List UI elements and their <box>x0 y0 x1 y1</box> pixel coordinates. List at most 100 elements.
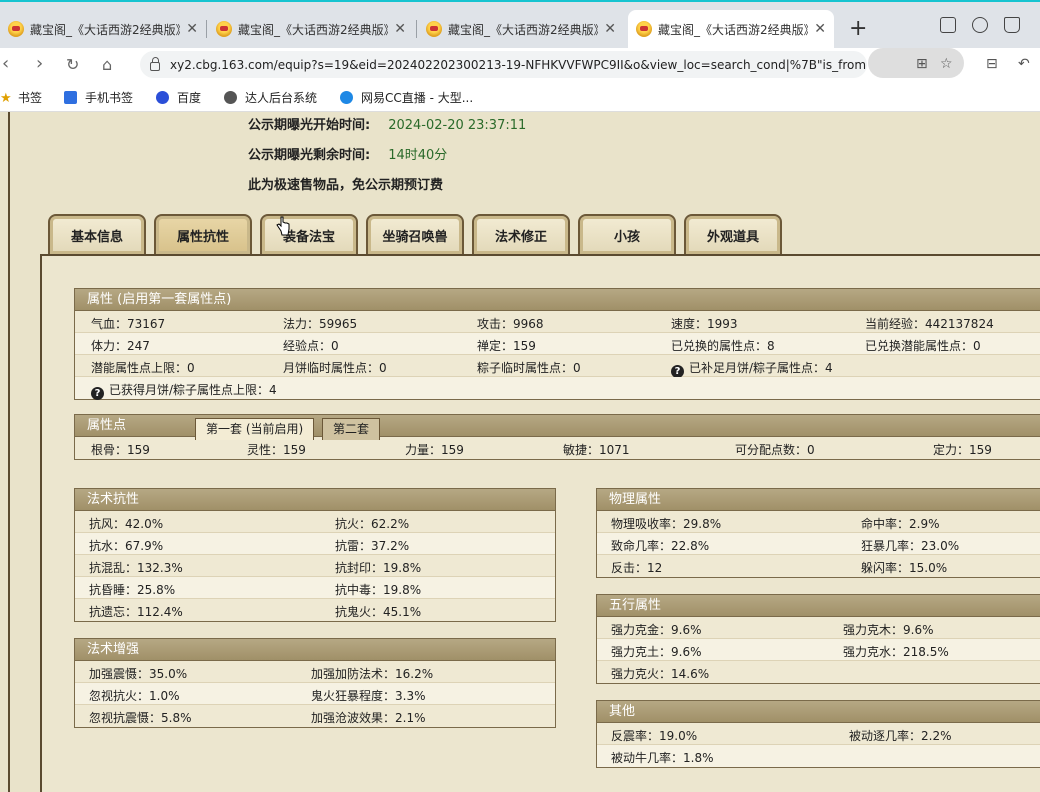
browser-tab[interactable]: 藏宝阁_《大话西游2经典版》 ✕ <box>418 10 624 48</box>
tab-spell-correction[interactable]: 法术修正 <box>472 214 570 254</box>
bookmark-label: 达人后台系统 <box>245 91 318 105</box>
baidu-icon <box>156 91 169 104</box>
attributes-header: 属性 (启用第一套属性点) <box>75 289 1040 311</box>
close-icon[interactable]: ✕ <box>186 21 198 37</box>
resist-value: 抗混乱：132.3% <box>89 561 183 575</box>
physical-value: 物理吸收率：29.8% <box>611 517 722 531</box>
tab-equipment[interactable]: 装备法宝 <box>260 214 358 254</box>
browser-tab[interactable]: 藏宝阁_《大话西游2经典版》 ✕ <box>0 10 206 48</box>
resist-value: 抗遗忘：112.4% <box>89 605 183 619</box>
resist-header: 法术抗性 <box>75 489 555 511</box>
address-toolbar: ‹ › ↻ ⌂ xy2.cbg.163.com/equip?s=19&eid=2… <box>0 48 1040 82</box>
incognito-icon[interactable] <box>972 17 988 33</box>
tab-mount-pet[interactable]: 坐骑召唤兽 <box>366 214 464 254</box>
expose-start-line: 公示期曝光开始时间: 2024-02-20 23:37:11 <box>248 114 526 133</box>
forward-icon[interactable]: › <box>36 53 43 74</box>
browser-tab-title: 藏宝阁_《大话西游2经典版》 <box>30 22 181 37</box>
resist-row: 抗混乱：132.3% 抗封印：19.8% <box>75 555 555 577</box>
point-agility: 敏捷：1071 <box>563 443 630 457</box>
tab-divider <box>206 20 207 38</box>
attr-cap-points: ? 已获得月饼/粽子属性点上限：4 <box>91 381 277 400</box>
expose-remain-line: 公示期曝光剩余时间: 14时40分 <box>248 144 447 163</box>
elements-box: 五行属性 强力克金：9.6% 强力克木：9.6% 强力克土：9.6% 强力克水：21… <box>596 594 1040 684</box>
resist-value: 抗风：42.0% <box>89 517 164 531</box>
new-tab-button[interactable]: + <box>849 16 867 41</box>
attr-exp: 当前经验：442137824 <box>865 317 994 331</box>
cbg-favicon-icon <box>8 21 24 37</box>
points-box: 属性点 第一套 (当前启用) 第二套 根骨：159 灵性：159 力量：159 … <box>74 414 1040 460</box>
element-value: 强力克土：9.6% <box>611 645 702 659</box>
enhance-value: 鬼火狂暴程度：3.3% <box>311 689 426 703</box>
bookmark-label: 书签 <box>18 91 43 105</box>
other-row: 反震率：19.0% 被动逐几率：2.2% <box>597 723 1040 745</box>
resist-row: 抗昏睡：25.8% 抗中毒：19.8% <box>75 577 555 599</box>
extensions-icon[interactable]: ⊟ <box>986 56 998 72</box>
close-icon[interactable]: ✕ <box>814 21 826 37</box>
elements-row: 强力克金：9.6% 强力克木：9.6% <box>597 617 1040 639</box>
enhance-row: 忽视抗火：1.0% 鬼火狂暴程度：3.3% <box>75 683 555 705</box>
attr-row: ? 已获得月饼/粽子属性点上限：4 <box>75 377 1040 400</box>
enhance-box: 法术增强 加强震慑：35.0% 加强加防法术：16.2% 忽视抗火：1.0% 鬼火狂… <box>74 638 556 728</box>
attr-exp-points: 经验点：0 <box>283 339 339 353</box>
resist-value: 抗鬼火：45.1% <box>335 605 422 619</box>
bookmark-item[interactable]: 达人后台系统 <box>224 89 317 106</box>
close-icon[interactable]: ✕ <box>394 21 406 37</box>
browser-tab[interactable]: 藏宝阁_《大话西游2经典版》 ✕ <box>208 10 414 48</box>
bookmark-item[interactable]: 手机书签 <box>64 89 133 106</box>
attr-cap-text: 已获得月饼/粽子属性点上限：4 <box>109 383 277 397</box>
attr-exchanged-potential: 已兑换潜能属性点：0 <box>865 339 981 353</box>
point-allocatable: 可分配点数：0 <box>735 443 815 457</box>
attr-filled-points: ? 已补足月饼/粽子属性点：4 <box>671 359 833 378</box>
points-row: 根骨：159 灵性：159 力量：159 敏捷：1071 可分配点数：0 定力：… <box>75 437 1040 459</box>
cbg-favicon-icon <box>216 21 232 37</box>
enhance-row: 忽视抗震慑：5.8% 加强沧波效果：2.1% <box>75 705 555 727</box>
translate-icon[interactable]: ⊞ <box>916 56 928 72</box>
reload-icon[interactable]: ↻ <box>66 55 79 74</box>
address-bar[interactable]: xy2.cbg.163.com/equip?s=19&eid=202402202… <box>140 51 867 78</box>
points-header: 属性点 第一套 (当前启用) 第二套 <box>75 415 1040 440</box>
enhance-value: 加强加防法术：16.2% <box>311 667 434 681</box>
physical-value: 致命几率：22.8% <box>611 539 710 553</box>
tab-basic-info[interactable]: 基本信息 <box>48 214 146 254</box>
tab-search-icon[interactable] <box>940 17 956 33</box>
attr-zen: 禅定：159 <box>477 339 536 353</box>
points-title: 属性点 <box>87 418 127 433</box>
enhance-value: 忽视抗震慑：5.8% <box>89 711 192 725</box>
url-text: xy2.cbg.163.com/equip?s=19&eid=202402202… <box>170 57 867 72</box>
tab-appearance[interactable]: 外观道具 <box>684 214 782 254</box>
attr-stamina: 体力：247 <box>91 339 150 353</box>
back-icon[interactable]: ‹ <box>2 53 9 74</box>
tab-attributes-resist[interactable]: 属性抗性 <box>154 214 252 254</box>
expose-remain-label: 公示期曝光剩余时间: <box>248 148 371 163</box>
physical-row: 物理吸收率：29.8% 命中率：2.9% <box>597 511 1040 533</box>
attr-row: 体力：247 经验点：0 禅定：159 已兑换的属性点：8 已兑换潜能属性点：0 <box>75 333 1040 355</box>
browser-tab-title: 藏宝阁_《大话西游2经典版》 <box>238 22 389 37</box>
cc-live-icon <box>340 91 353 104</box>
bookmark-label: 手机书签 <box>85 91 134 105</box>
home-icon[interactable]: ⌂ <box>102 55 112 74</box>
attr-mooncake-temp: 月饼临时属性点：0 <box>283 361 387 375</box>
browser-tab-title: 藏宝阁_《大话西游2经典版》 <box>448 22 599 37</box>
attr-row: 气血：73167 法力：59965 攻击：9968 速度：1993 当前经验：4… <box>75 311 1040 333</box>
star-icon[interactable]: ☆ <box>940 56 953 72</box>
bookmark-item[interactable]: 百度 <box>156 89 201 106</box>
element-value: 强力克水：218.5% <box>843 645 949 659</box>
attr-attack: 攻击：9968 <box>477 317 544 331</box>
bookmark-item[interactable]: 网易CC直播 - 大型... <box>340 89 473 106</box>
bookmark-item[interactable]: ★ 书签 <box>0 89 42 106</box>
attr-mp: 法力：59965 <box>283 317 358 331</box>
attr-zongzi-temp: 粽子临时属性点：0 <box>477 361 581 375</box>
other-header: 其他 <box>597 701 1040 723</box>
attr-filled-text: 已补足月饼/粽子属性点：4 <box>689 361 833 375</box>
resist-value: 抗水：67.9% <box>89 539 164 553</box>
tab-child[interactable]: 小孩 <box>578 214 676 254</box>
browser-tab-bar: 藏宝阁_《大话西游2经典版》 ✕ 藏宝阁_《大话西游2经典版》 ✕ 藏宝阁_《大… <box>0 0 1040 48</box>
browser-tab-active[interactable]: 藏宝阁_《大话西游2经典版》 ✕ <box>628 10 834 48</box>
attr-speed: 速度：1993 <box>671 317 738 331</box>
close-icon[interactable]: ✕ <box>604 21 616 37</box>
help-icon[interactable]: ? <box>91 387 104 400</box>
shirt-icon[interactable] <box>1004 17 1020 33</box>
detail-panel: 属性 (启用第一套属性点) 气血：73167 法力：59965 攻击：9968 … <box>40 254 1040 792</box>
bookmark-label: 百度 <box>177 91 202 105</box>
undo-icon[interactable]: ↶ <box>1018 56 1030 72</box>
